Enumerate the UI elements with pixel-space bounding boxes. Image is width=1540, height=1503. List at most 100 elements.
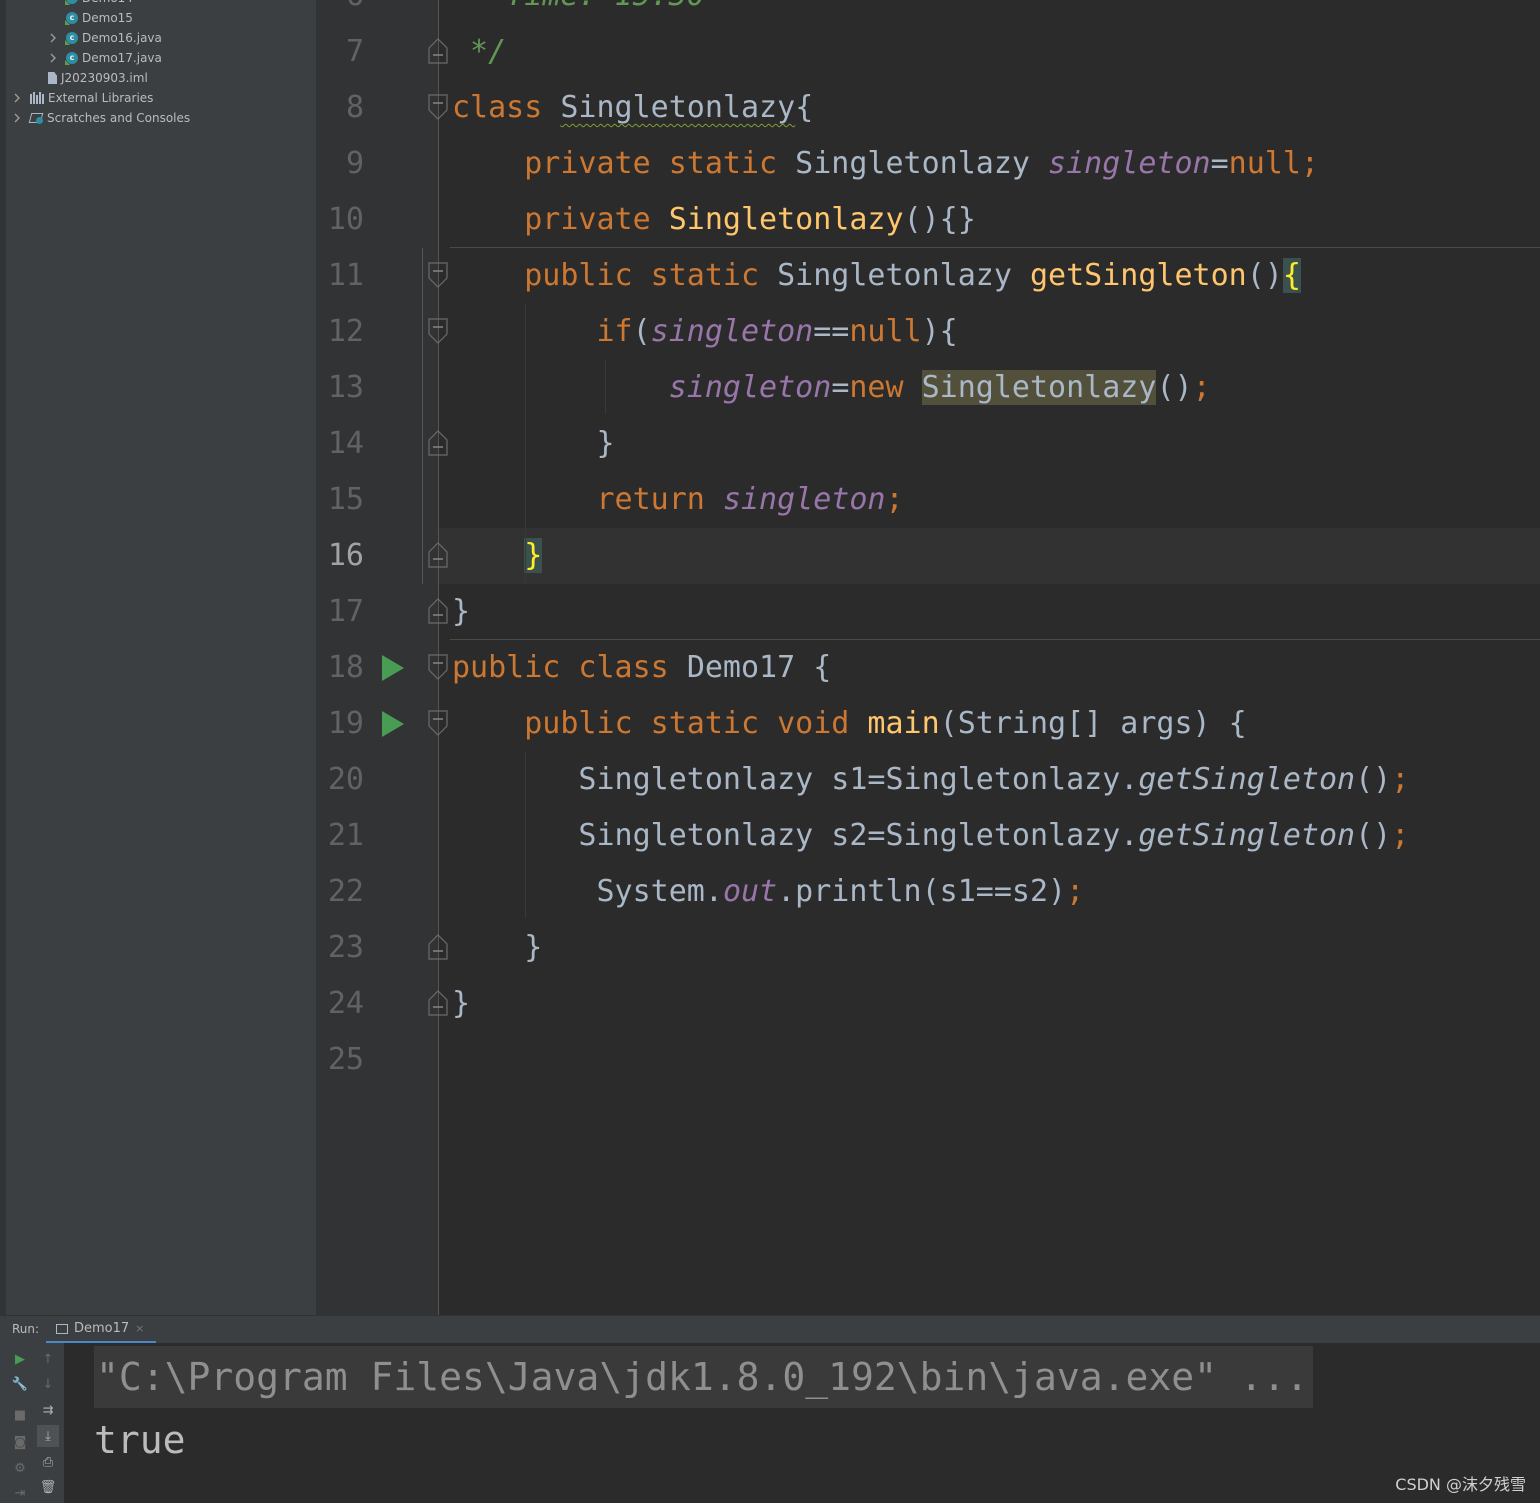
wrench-icon[interactable]: 🔧 bbox=[12, 1376, 28, 1392]
run-tool-window-header: Run: Demo17 × bbox=[0, 1315, 1540, 1344]
tree-item[interactable]: Scratches and Consoles bbox=[30, 108, 190, 128]
code-line[interactable]: } bbox=[452, 584, 470, 640]
run-gutter-icon[interactable] bbox=[382, 711, 404, 737]
code-line[interactable]: public class Demo17 { bbox=[452, 640, 831, 696]
code-line[interactable]: Singletonlazy s1=Singletonlazy.getSingle… bbox=[452, 752, 1409, 808]
camera-icon[interactable]: ◙ bbox=[12, 1434, 28, 1450]
console-command-line: "C:\Program Files\Java\jdk1.8.0_192\bin\… bbox=[94, 1346, 1313, 1408]
code-line[interactable]: System.out.println(s1==s2); bbox=[452, 864, 1084, 920]
code-line[interactable]: public static Singletonlazy getSingleton… bbox=[452, 248, 1301, 304]
code-token: public class bbox=[452, 650, 687, 685]
fold-collapse-icon[interactable] bbox=[428, 318, 448, 344]
line-number[interactable]: 17 bbox=[316, 584, 364, 640]
chevron-right-icon[interactable] bbox=[12, 88, 22, 108]
tree-item-label: J20230903.iml bbox=[61, 71, 148, 85]
tree-item[interactable]: c Demo15 bbox=[66, 8, 133, 28]
fold-end-icon[interactable] bbox=[428, 934, 448, 960]
java-class-icon bbox=[66, 0, 78, 4]
line-number[interactable]: 10 bbox=[316, 192, 364, 248]
tree-item[interactable]: c Demo16.java bbox=[66, 28, 162, 48]
close-icon[interactable]: × bbox=[135, 1322, 144, 1335]
code-line[interactable]: } bbox=[452, 920, 542, 976]
code-token: ){ bbox=[921, 314, 958, 349]
code-line[interactable]: */ bbox=[452, 24, 506, 80]
line-number[interactable]: 8 bbox=[316, 80, 364, 136]
code-token: () bbox=[1355, 762, 1392, 797]
line-number[interactable]: 6 bbox=[316, 0, 364, 24]
watermark: CSDN @沫夕残雪 bbox=[1395, 1475, 1526, 1494]
print-icon[interactable]: ⎙ bbox=[40, 1454, 56, 1470]
line-number[interactable]: 14 bbox=[316, 416, 364, 472]
code-line[interactable]: public static void main(String[] args) { bbox=[452, 696, 1246, 752]
tree-item[interactable]: c Demo17.java bbox=[66, 48, 162, 68]
tree-item[interactable]: External Libraries bbox=[30, 88, 153, 108]
scroll-to-end-icon[interactable]: ⤓ bbox=[37, 1425, 59, 1447]
line-number[interactable]: 12 bbox=[316, 304, 364, 360]
code-line[interactable]: singleton=new Singletonlazy(); bbox=[452, 360, 1211, 416]
chevron-right-icon[interactable] bbox=[48, 28, 58, 48]
line-number[interactable]: 25 bbox=[316, 1032, 364, 1088]
console-output[interactable]: "C:\Program Files\Java\jdk1.8.0_192\bin\… bbox=[64, 1343, 1540, 1503]
rerun-icon[interactable]: ▶ bbox=[12, 1351, 28, 1367]
line-number[interactable]: 21 bbox=[316, 808, 364, 864]
chevron-right-icon[interactable] bbox=[12, 108, 22, 128]
code-token: } bbox=[452, 930, 543, 965]
stop-icon[interactable]: ■ bbox=[12, 1407, 28, 1423]
tree-item-cut[interactable]: Demo14 bbox=[66, 0, 133, 8]
settings-icon[interactable]: ⚙ bbox=[12, 1460, 28, 1476]
code-line[interactable]: * Time: 15:30 bbox=[452, 0, 705, 24]
code-token: Singletonlazy bbox=[795, 146, 1049, 181]
fold-end-icon[interactable] bbox=[428, 990, 448, 1016]
soft-wrap-icon[interactable]: ⇉ bbox=[40, 1402, 56, 1418]
code-line[interactable]: private Singletonlazy(){} bbox=[452, 192, 976, 248]
chevron-right-icon[interactable] bbox=[48, 48, 58, 68]
line-number[interactable]: 22 bbox=[316, 864, 364, 920]
code-token: getSingleton bbox=[1029, 258, 1247, 293]
fold-end-icon[interactable] bbox=[428, 598, 448, 624]
line-number[interactable]: 7 bbox=[316, 24, 364, 80]
code-line[interactable]: return singleton; bbox=[452, 472, 903, 528]
line-number[interactable]: 23 bbox=[316, 920, 364, 976]
line-number[interactable]: 20 bbox=[316, 752, 364, 808]
code-line[interactable]: if(singleton==null){ bbox=[452, 304, 958, 360]
fold-collapse-icon[interactable] bbox=[428, 710, 448, 736]
code-token: = bbox=[831, 370, 850, 405]
fold-end-icon[interactable] bbox=[428, 542, 448, 568]
line-number[interactable]: 13 bbox=[316, 360, 364, 416]
fold-end-icon[interactable] bbox=[428, 38, 448, 64]
line-number[interactable]: 24 bbox=[316, 976, 364, 1032]
fold-end-icon[interactable] bbox=[428, 430, 448, 456]
run-gutter-icon[interactable] bbox=[382, 655, 404, 681]
tree-item[interactable]: J20230903.iml bbox=[48, 68, 148, 88]
code-line[interactable]: } bbox=[452, 528, 543, 584]
code-token: null bbox=[849, 314, 922, 349]
code-token: ; bbox=[1391, 818, 1410, 853]
code-line[interactable]: Singletonlazy s2=Singletonlazy.getSingle… bbox=[452, 808, 1409, 864]
code-line[interactable]: } bbox=[452, 976, 470, 1032]
code-line[interactable]: class Singletonlazy{ bbox=[452, 80, 813, 136]
tree-item-label: Demo16.java bbox=[82, 31, 162, 45]
fold-collapse-icon[interactable] bbox=[428, 94, 448, 120]
trash-icon[interactable]: 🗑 bbox=[40, 1479, 57, 1495]
line-number[interactable]: 18 bbox=[316, 640, 364, 696]
up-arrow-icon[interactable]: ↑ bbox=[40, 1351, 56, 1367]
code-token: } bbox=[452, 426, 615, 461]
fold-collapse-icon[interactable] bbox=[428, 654, 448, 680]
code-token: (){} bbox=[903, 202, 976, 237]
line-number[interactable]: 11 bbox=[316, 248, 364, 304]
java-class-icon: c bbox=[66, 32, 78, 44]
down-arrow-icon[interactable]: ↓ bbox=[40, 1376, 56, 1392]
exit-icon[interactable]: ⇥ bbox=[12, 1485, 28, 1501]
line-number[interactable]: 15 bbox=[316, 472, 364, 528]
indent-guide bbox=[525, 752, 526, 918]
line-number[interactable]: 16 bbox=[316, 528, 364, 584]
line-number[interactable]: 19 bbox=[316, 696, 364, 752]
run-tab-demo17[interactable]: Demo17 × bbox=[46, 1316, 157, 1344]
code-line[interactable]: private static Singletonlazy singleton=n… bbox=[452, 136, 1319, 192]
code-token: .println(s1==s2) bbox=[777, 874, 1067, 909]
code-line[interactable]: } bbox=[452, 416, 615, 472]
fold-collapse-icon[interactable] bbox=[428, 262, 448, 288]
line-number[interactable]: 9 bbox=[316, 136, 364, 192]
code-token: main bbox=[867, 706, 940, 741]
